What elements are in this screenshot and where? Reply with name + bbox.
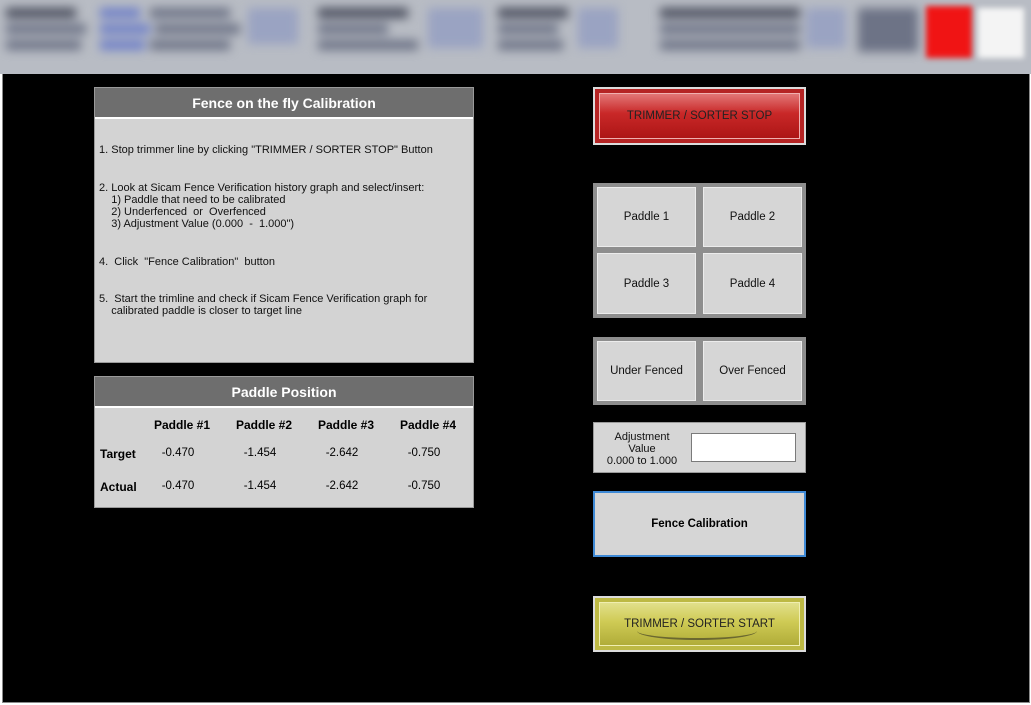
actual-paddle-2: -1.454 bbox=[243, 480, 277, 492]
fence-calibration-button[interactable]: Fence Calibration bbox=[593, 491, 806, 557]
instruction-step-2: 2. Look at Sicam Fence Verification hist… bbox=[99, 182, 425, 194]
instruction-step-4: 4. Click "Fence Calibration" button bbox=[99, 256, 275, 268]
paddle-3-header: Paddle #3 bbox=[317, 418, 375, 432]
start-button-ellipse bbox=[637, 622, 757, 640]
paddle-2-button[interactable]: Paddle 2 bbox=[703, 187, 802, 247]
instruction-step-2a: 1) Paddle that need to be calibrated bbox=[99, 194, 286, 206]
instruction-step-5: 5. Start the trimline and check if Sicam… bbox=[99, 293, 428, 305]
actual-paddle-1: -0.470 bbox=[161, 480, 195, 492]
adjustment-label-line2: Value bbox=[628, 443, 656, 455]
paddle-4-button[interactable]: Paddle 4 bbox=[703, 253, 802, 314]
paddle-1-header: Paddle #1 bbox=[153, 418, 211, 432]
calibration-panel-title: Fence on the fly Calibration bbox=[95, 88, 473, 119]
instruction-step-2c: 3) Adjustment Value (0.000 - 1.000") bbox=[99, 218, 295, 230]
instruction-step-1: 1. Stop trimmer line by clicking "TRIMME… bbox=[99, 144, 433, 156]
trimmer-sorter-stop-button[interactable]: TRIMMER / SORTER STOP bbox=[593, 87, 806, 145]
instruction-step-5b: calibrated paddle is closer to target li… bbox=[99, 305, 303, 317]
paddle-4-header: Paddle #4 bbox=[399, 418, 457, 432]
paddle-position-panel: Paddle Position Paddle #1 Paddle #2 Padd… bbox=[94, 376, 474, 508]
adjustment-label-line3: 0.000 to 1.000 bbox=[606, 455, 678, 467]
paddle-selection-group: Paddle 1 Paddle 2 Paddle 3 Paddle 4 bbox=[593, 183, 806, 318]
adjustment-label: Adjustment Value 0.000 to 1.000 bbox=[598, 431, 686, 467]
paddle-3-button[interactable]: Paddle 3 bbox=[597, 253, 696, 314]
status-indicator bbox=[978, 8, 1024, 58]
trimmer-sorter-start-button[interactable]: TRIMMER / SORTER START bbox=[593, 596, 806, 652]
calibration-instructions-panel: Fence on the fly Calibration 1. Stop tri… bbox=[94, 87, 474, 363]
status-header-blurred-content bbox=[0, 0, 1031, 74]
fence-mode-group: Under Fenced Over Fenced bbox=[593, 337, 806, 405]
actual-paddle-4: -0.750 bbox=[407, 480, 441, 492]
adjustment-label-line1: Adjustment bbox=[614, 431, 670, 443]
adjustment-value-input[interactable] bbox=[691, 433, 796, 462]
status-header bbox=[0, 0, 1031, 74]
alarm-indicator bbox=[926, 6, 972, 58]
paddle-2-header: Paddle #2 bbox=[235, 418, 293, 432]
actual-paddle-3: -2.642 bbox=[325, 480, 359, 492]
target-paddle-4: -0.750 bbox=[407, 447, 441, 459]
target-paddle-3: -2.642 bbox=[325, 447, 359, 459]
instruction-step-2b: 2) Underfenced or Overfenced bbox=[99, 206, 266, 218]
stop-button-label: TRIMMER / SORTER STOP bbox=[626, 110, 773, 122]
paddle-1-button[interactable]: Paddle 1 bbox=[597, 187, 696, 247]
paddle-position-title: Paddle Position bbox=[95, 377, 473, 408]
under-fenced-button[interactable]: Under Fenced bbox=[597, 341, 696, 401]
target-paddle-2: -1.454 bbox=[243, 447, 277, 459]
adjustment-value-box: Adjustment Value 0.000 to 1.000 bbox=[593, 422, 806, 473]
target-paddle-1: -0.470 bbox=[161, 447, 195, 459]
over-fenced-button[interactable]: Over Fenced bbox=[703, 341, 802, 401]
